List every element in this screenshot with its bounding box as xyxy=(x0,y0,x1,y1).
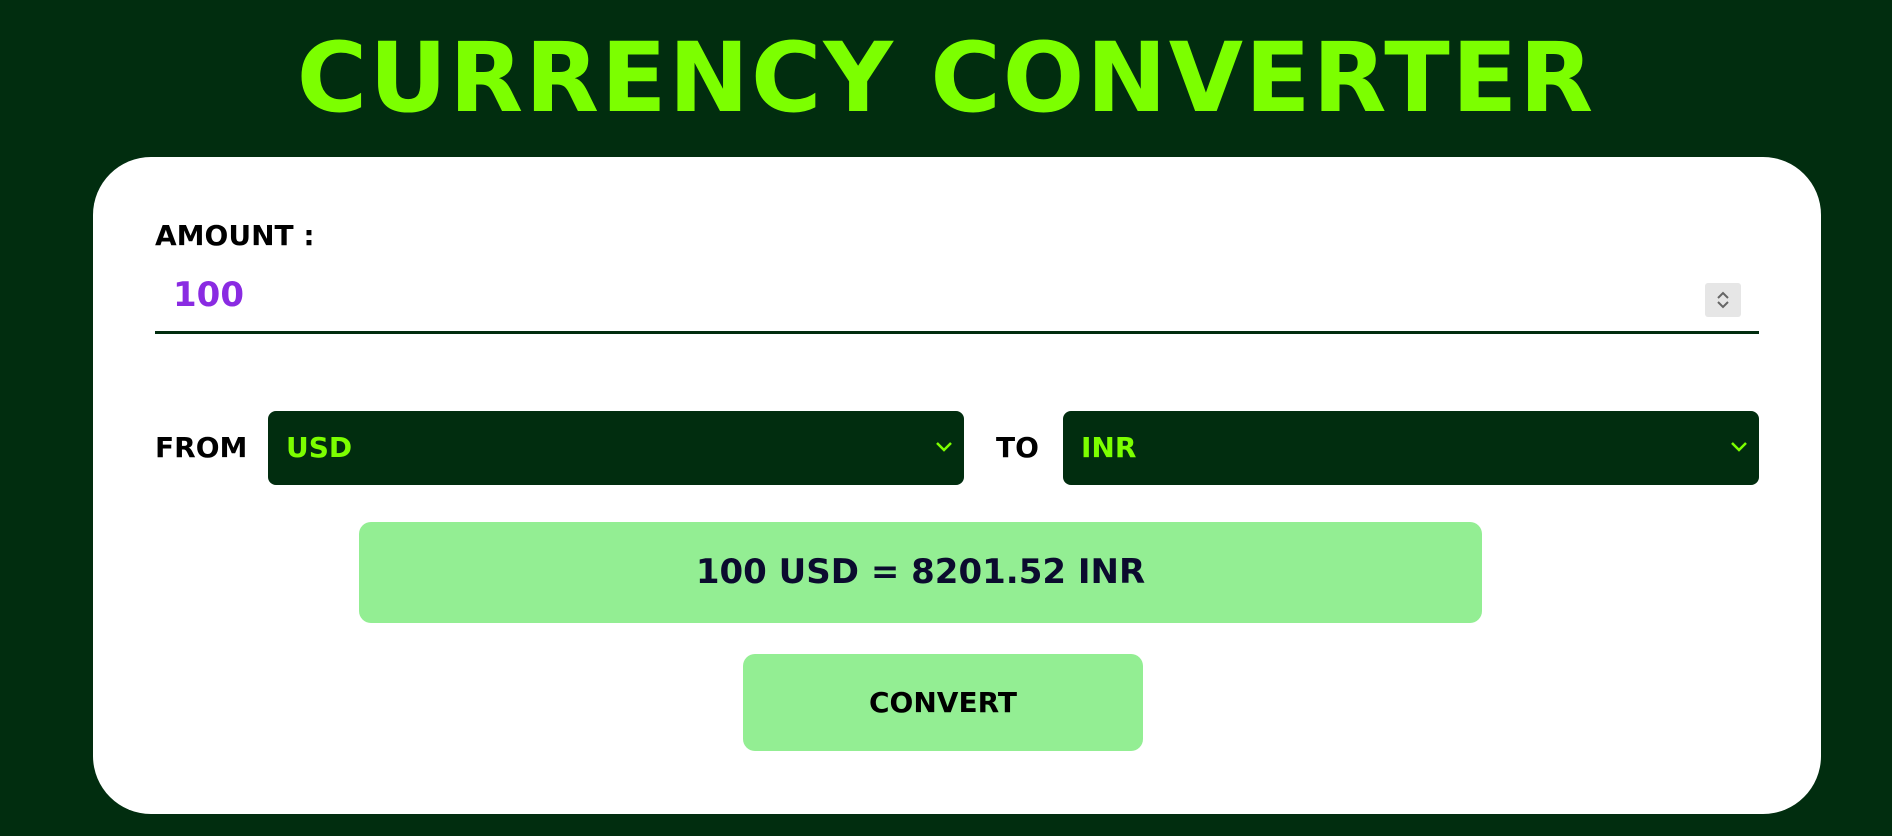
number-spinner-icon[interactable] xyxy=(1705,283,1741,317)
page-title: CURRENCY CONVERTER xyxy=(296,22,1596,134)
from-currency-select[interactable]: USD xyxy=(268,411,964,485)
from-currency-value: USD xyxy=(286,431,353,464)
from-label: FROM xyxy=(155,431,248,464)
convert-button[interactable]: CONVERT xyxy=(743,654,1143,751)
chevron-down-icon xyxy=(936,442,952,452)
conversion-result: 100 USD = 8201.52 INR xyxy=(359,522,1482,623)
spinner-up-icon[interactable] xyxy=(1716,290,1730,300)
amount-value[interactable]: 100 xyxy=(173,275,244,315)
chevron-down-icon xyxy=(1731,442,1747,452)
spinner-down-icon[interactable] xyxy=(1716,300,1730,310)
to-currency-value: INR xyxy=(1081,431,1137,464)
amount-label: AMOUNT : xyxy=(155,219,315,252)
amount-input[interactable]: 100 xyxy=(155,265,1759,334)
currency-row: FROM USD TO INR xyxy=(155,411,1759,485)
converter-card: AMOUNT : 100 FROM USD TO INR 100 USD = 8… xyxy=(93,157,1821,814)
to-currency-select[interactable]: INR xyxy=(1063,411,1759,485)
to-label: TO xyxy=(996,431,1039,464)
